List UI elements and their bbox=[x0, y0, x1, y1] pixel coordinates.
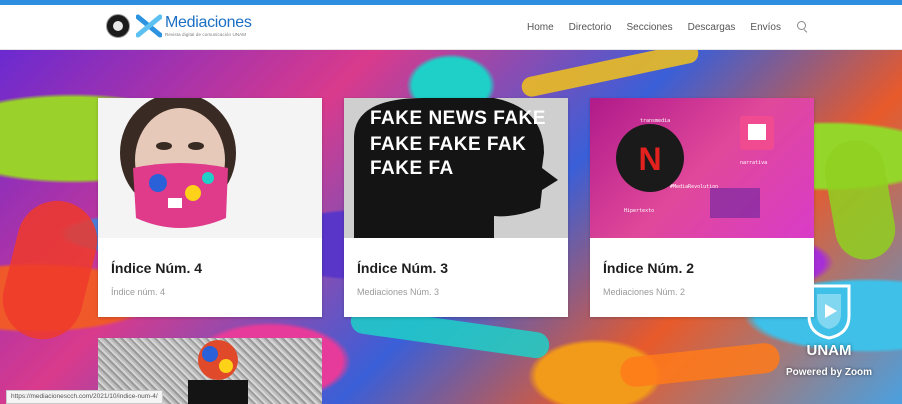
unam-label: UNAM bbox=[806, 342, 852, 359]
unam-seal-icon bbox=[803, 282, 855, 340]
unam-branding[interactable]: UNAM Powered by Zoom bbox=[774, 282, 884, 402]
browser-status-url: https://mediacionescch.com/2021/10/indic… bbox=[6, 390, 163, 404]
post-card-indice-3[interactable]: FAKE NEWS FAKE FAKE FAKE FAK FAKE FA Índ… bbox=[344, 98, 568, 317]
media-tag: narrativa bbox=[740, 160, 768, 166]
logo-text: Mediaciones bbox=[165, 13, 252, 31]
card-subtitle: Mediaciones Núm. 2 bbox=[603, 287, 686, 297]
nav-descargas[interactable]: Descargas bbox=[688, 22, 736, 33]
paint-streak bbox=[618, 341, 782, 389]
nav-home[interactable]: Home bbox=[527, 22, 554, 33]
card-title[interactable]: Índice Núm. 2 bbox=[603, 260, 694, 276]
unam-seal-icon bbox=[106, 14, 130, 38]
nav-secciones[interactable]: Secciones bbox=[626, 22, 672, 33]
paint-streak bbox=[519, 50, 701, 99]
card-thumbnail-fake-news: FAKE NEWS FAKE FAKE FAKE FAK FAKE FA bbox=[344, 98, 568, 238]
media-tag: #MediaRevolution bbox=[670, 184, 719, 190]
paint-streak bbox=[820, 135, 900, 265]
fake-news-line: FAKE NEWS FAKE bbox=[370, 108, 546, 129]
hero-background: Índice Núm. 4 Índice núm. 4 FAKE NEWS FA… bbox=[0, 50, 902, 404]
card-thumbnail-media-collage: N transmedia narrativa #MediaRevolution … bbox=[590, 98, 814, 238]
powered-by-label: Powered by Zoom bbox=[785, 367, 873, 378]
nav-directorio[interactable]: Directorio bbox=[569, 22, 612, 33]
mediaciones-x-icon bbox=[135, 14, 163, 38]
paint-streak bbox=[0, 192, 106, 348]
media-tag: transmedia bbox=[640, 118, 671, 124]
site-header: Mediaciones Revista digital de comunicac… bbox=[0, 5, 902, 50]
card-thumbnail-masked-woman bbox=[98, 98, 322, 238]
card-title[interactable]: Índice Núm. 3 bbox=[357, 260, 448, 276]
main-nav: Home Directorio Secciones Descargas Enví… bbox=[527, 21, 808, 33]
logo-tagline: Revista digital de comunicación UNAM bbox=[165, 31, 247, 37]
fake-news-line: FAKE FAKE FAK bbox=[370, 134, 527, 155]
post-card-indice-4[interactable]: Índice Núm. 4 Índice núm. 4 bbox=[98, 98, 322, 317]
fake-news-line: FAKE FA bbox=[370, 158, 454, 179]
site-logo[interactable]: Mediaciones Revista digital de comunicac… bbox=[106, 14, 252, 38]
svg-text:N: N bbox=[638, 141, 661, 177]
search-icon[interactable] bbox=[796, 21, 808, 33]
card-subtitle: Índice núm. 4 bbox=[111, 287, 166, 297]
nav-envios[interactable]: Envíos bbox=[750, 22, 781, 33]
card-subtitle: Mediaciones Núm. 3 bbox=[357, 287, 440, 297]
card-title[interactable]: Índice Núm. 4 bbox=[111, 260, 202, 276]
media-tag: Hipertexto bbox=[624, 208, 655, 214]
